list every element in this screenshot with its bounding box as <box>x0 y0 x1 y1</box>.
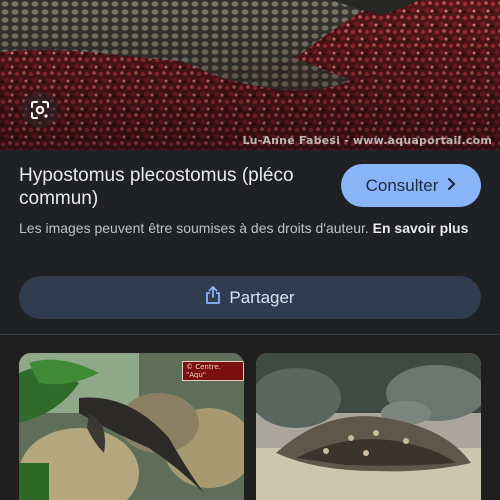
consult-button[interactable]: Consulter <box>341 164 481 207</box>
related-image-2[interactable] <box>256 353 481 500</box>
share-icon <box>205 286 221 309</box>
chevron-right-icon <box>446 176 456 196</box>
section-divider <box>0 334 500 335</box>
fish-photo <box>0 0 500 150</box>
copyright-text: Les images peuvent être soumises à des d… <box>19 220 369 236</box>
related-image-1[interactable]: © Centre. "Aqu" <box>19 353 244 500</box>
copyright-notice: Les images peuvent être soumises à des d… <box>19 218 481 238</box>
share-button-label: Partager <box>229 287 295 307</box>
google-lens-icon[interactable] <box>22 92 58 128</box>
related-image-2-photo <box>256 353 481 500</box>
image-stamp: © Centre. "Aqu" <box>182 361 244 381</box>
learn-more-link[interactable]: En savoir plus <box>373 220 469 236</box>
result-title[interactable]: Hypostomus plecostomus (pléco commun) <box>19 164 329 210</box>
hero-image[interactable]: Lu-Anne Fabesi - www.aquaportail.com <box>0 0 500 150</box>
share-button[interactable]: Partager <box>19 276 481 319</box>
image-watermark: Lu-Anne Fabesi - www.aquaportail.com <box>242 134 492 147</box>
consult-button-label: Consulter <box>365 175 439 195</box>
